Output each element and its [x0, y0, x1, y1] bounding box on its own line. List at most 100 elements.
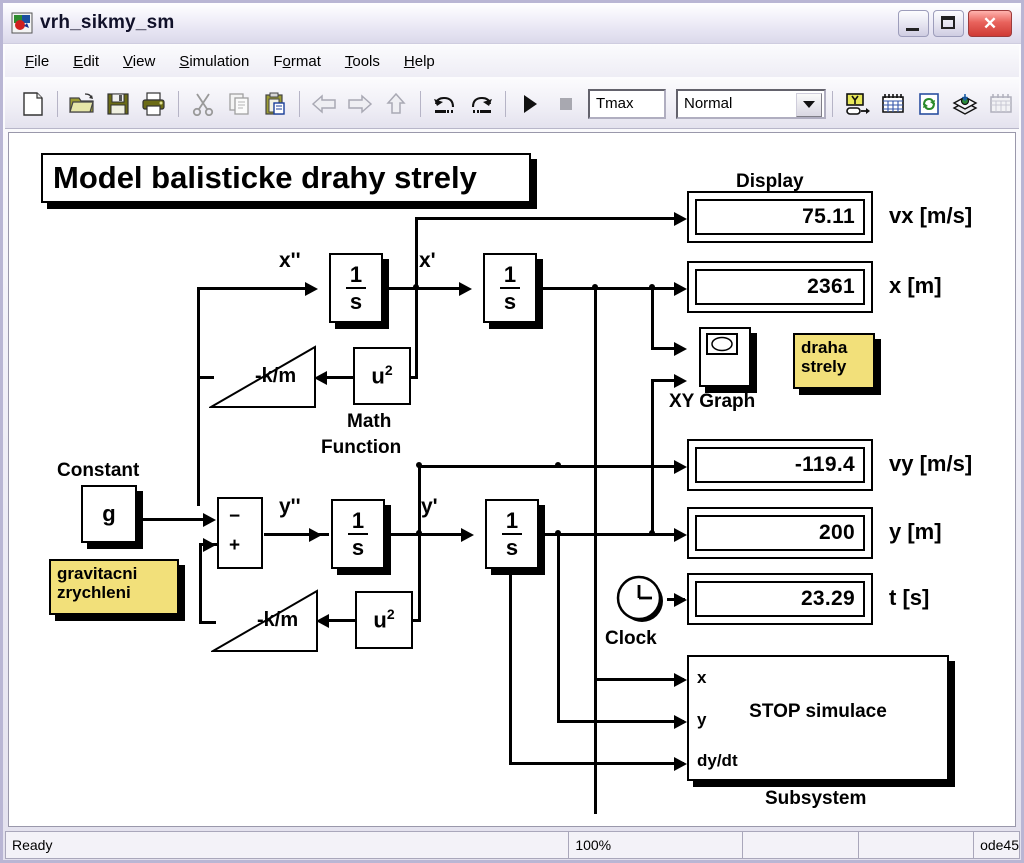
arrow-into-sum-minus	[203, 513, 216, 527]
wire-y2-out	[543, 533, 680, 536]
up-arrow-icon	[378, 86, 414, 122]
arrow-into-subsys-dydt	[674, 757, 687, 771]
minimize-icon	[906, 27, 919, 31]
display-t[interactable]: 23.29	[687, 573, 873, 625]
signal-label-x-vel: x'	[419, 249, 436, 272]
window-controls: ✕	[898, 9, 1012, 37]
menu-edit[interactable]: Edit	[61, 50, 111, 73]
arrow-into-subsys-y	[674, 715, 687, 729]
display-group-label: Display	[736, 171, 804, 192]
note-line-1: gravitacni	[57, 564, 138, 583]
integrator-x1[interactable]: 1 s	[329, 253, 383, 323]
update-diagram-icon[interactable]	[911, 86, 947, 122]
save-icon[interactable]	[100, 86, 136, 122]
constant-label: Constant	[57, 460, 140, 481]
menu-file[interactable]: File	[13, 50, 61, 73]
note-draha-strely[interactable]: draha strely	[793, 333, 875, 389]
menu-simulation[interactable]: Simulation	[167, 50, 261, 73]
close-icon: ✕	[982, 13, 998, 33]
redo-icon[interactable]	[463, 86, 499, 122]
wire-x-to-subsys-vert	[594, 287, 597, 814]
menu-help[interactable]: Help	[392, 50, 447, 73]
simulation-mode-select[interactable]: Normal	[676, 88, 826, 119]
gain-y-label: -k/m	[257, 609, 299, 631]
note-gravitacni-zrychleni[interactable]: gravitacni zrychleni	[49, 559, 179, 615]
chevron-down-icon[interactable]	[796, 92, 822, 117]
subsystem-inner-title: STOP simulace	[749, 701, 887, 722]
subsystem-port-dydt: dy/dt	[697, 751, 738, 770]
subsystem-block[interactable]: x y dy/dt STOP simulace	[687, 655, 949, 781]
display-vx[interactable]: 75.11	[687, 191, 873, 243]
menu-format[interactable]: Format	[261, 50, 333, 73]
integrator-y1[interactable]: 1 s	[331, 499, 385, 569]
arrow-into-display-x	[674, 282, 687, 296]
xy-graph-block[interactable]	[699, 327, 751, 387]
data-table-icon[interactable]	[875, 86, 911, 122]
math-function-y[interactable]: u2	[355, 591, 413, 649]
clock-block[interactable]	[613, 573, 669, 627]
debug-icon	[983, 86, 1019, 122]
arrow-into-subsys-x	[674, 673, 687, 687]
junction-vy-b	[555, 462, 561, 468]
display-x[interactable]: 2361	[687, 261, 873, 313]
maximize-icon	[941, 15, 955, 29]
model-canvas[interactable]: Model balisticke drahy strely Display x'…	[8, 132, 1016, 827]
copy-icon[interactable]	[221, 86, 257, 122]
toolbar-separator	[420, 90, 421, 117]
status-solver[interactable]: ode45	[973, 831, 1021, 859]
wire-x-feedback-vert	[197, 287, 200, 506]
constant-block[interactable]: g	[81, 485, 137, 543]
xy-graph-screen	[706, 333, 738, 355]
integrator-x2[interactable]: 1 s	[483, 253, 537, 323]
wire-y1-out	[389, 533, 467, 536]
gain-x[interactable]: -k/m	[207, 341, 317, 413]
library-browser-icon[interactable]	[947, 86, 983, 122]
wire-y-to-subsys-horiz	[557, 720, 684, 723]
arrow-into-display-vx	[674, 212, 687, 226]
signal-label-y-vel: y'	[421, 495, 438, 518]
stop-time-input[interactable]: Tmax	[588, 88, 666, 119]
toolbar: Tmax Normal	[5, 79, 1019, 129]
sum-plus-sign: +	[229, 535, 241, 556]
wire-yprime-down	[418, 533, 421, 621]
integrator-denominator: s	[351, 534, 365, 560]
signal-label-x-accel: x''	[279, 249, 301, 272]
start-simulation-icon[interactable]	[512, 86, 548, 122]
simulation-mode-value: Normal	[684, 95, 733, 112]
wire-x1-out	[387, 287, 465, 290]
print-icon[interactable]	[136, 86, 172, 122]
menu-tools[interactable]: Tools	[333, 50, 392, 73]
back-arrow-icon	[306, 86, 342, 122]
toolbar-separator	[832, 90, 833, 117]
wire-x-to-xy-vert	[651, 287, 654, 350]
integrator-numerator: 1	[501, 509, 523, 535]
wire-mathfn-to-gain-x	[327, 376, 354, 379]
maximize-button[interactable]	[933, 9, 964, 37]
wire-xprime-down	[415, 287, 418, 379]
integrator-y2[interactable]: 1 s	[485, 499, 539, 569]
minimize-button[interactable]	[898, 9, 929, 37]
open-model-icon[interactable]	[64, 86, 100, 122]
title-annotation[interactable]: Model balisticke drahy strely	[41, 153, 531, 203]
new-model-icon[interactable]	[15, 86, 51, 122]
display-y[interactable]: 200	[687, 507, 873, 559]
gain-y[interactable]: -k/m	[209, 585, 319, 657]
cut-icon[interactable]	[185, 86, 221, 122]
menu-view[interactable]: View	[111, 50, 167, 73]
wire-const-to-sum	[141, 518, 209, 521]
undo-icon[interactable]	[427, 86, 463, 122]
sum-minus-sign: −	[229, 506, 241, 527]
close-button[interactable]: ✕	[968, 9, 1012, 37]
display-vx-value: 75.11	[695, 199, 865, 235]
scope-viewer-icon[interactable]	[839, 86, 875, 122]
math-function-x[interactable]: u2	[353, 347, 411, 405]
wire-xprime-to-vx	[415, 217, 680, 220]
integrator-denominator: s	[505, 534, 519, 560]
stop-simulation-icon	[548, 86, 584, 122]
display-vy[interactable]: -119.4	[687, 439, 873, 491]
arrow-into-xygraph-y	[674, 374, 687, 388]
toolbar-separator	[299, 90, 300, 117]
sum-block[interactable]: − +	[217, 497, 263, 569]
status-zoom[interactable]: 100%	[568, 831, 744, 859]
paste-icon[interactable]	[257, 86, 293, 122]
